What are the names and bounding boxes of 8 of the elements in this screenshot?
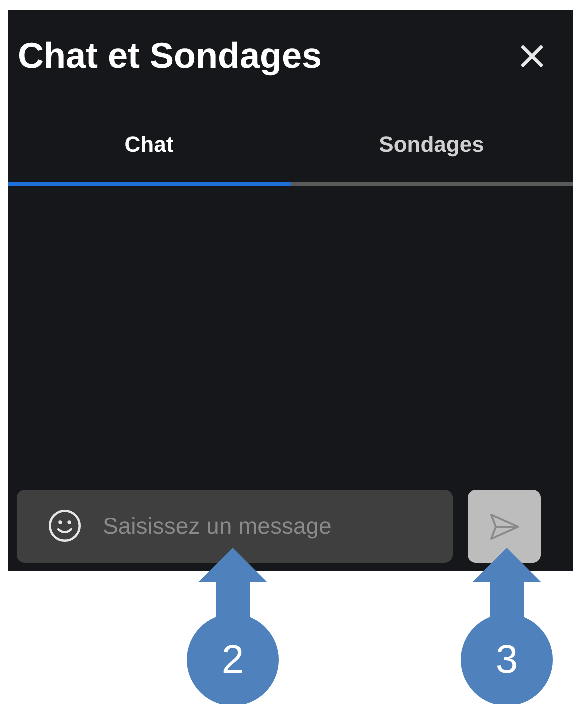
- callout-number: 3: [494, 640, 520, 680]
- smiley-icon[interactable]: [48, 509, 82, 543]
- close-button[interactable]: ×: [509, 36, 555, 76]
- message-field[interactable]: Saisissez un message: [17, 490, 453, 563]
- callout-number: 2: [220, 640, 246, 680]
- tab[interactable]: Chat: [8, 132, 290, 186]
- tab[interactable]: Sondages: [290, 132, 573, 186]
- panel-title: Chat et Sondages: [18, 35, 322, 77]
